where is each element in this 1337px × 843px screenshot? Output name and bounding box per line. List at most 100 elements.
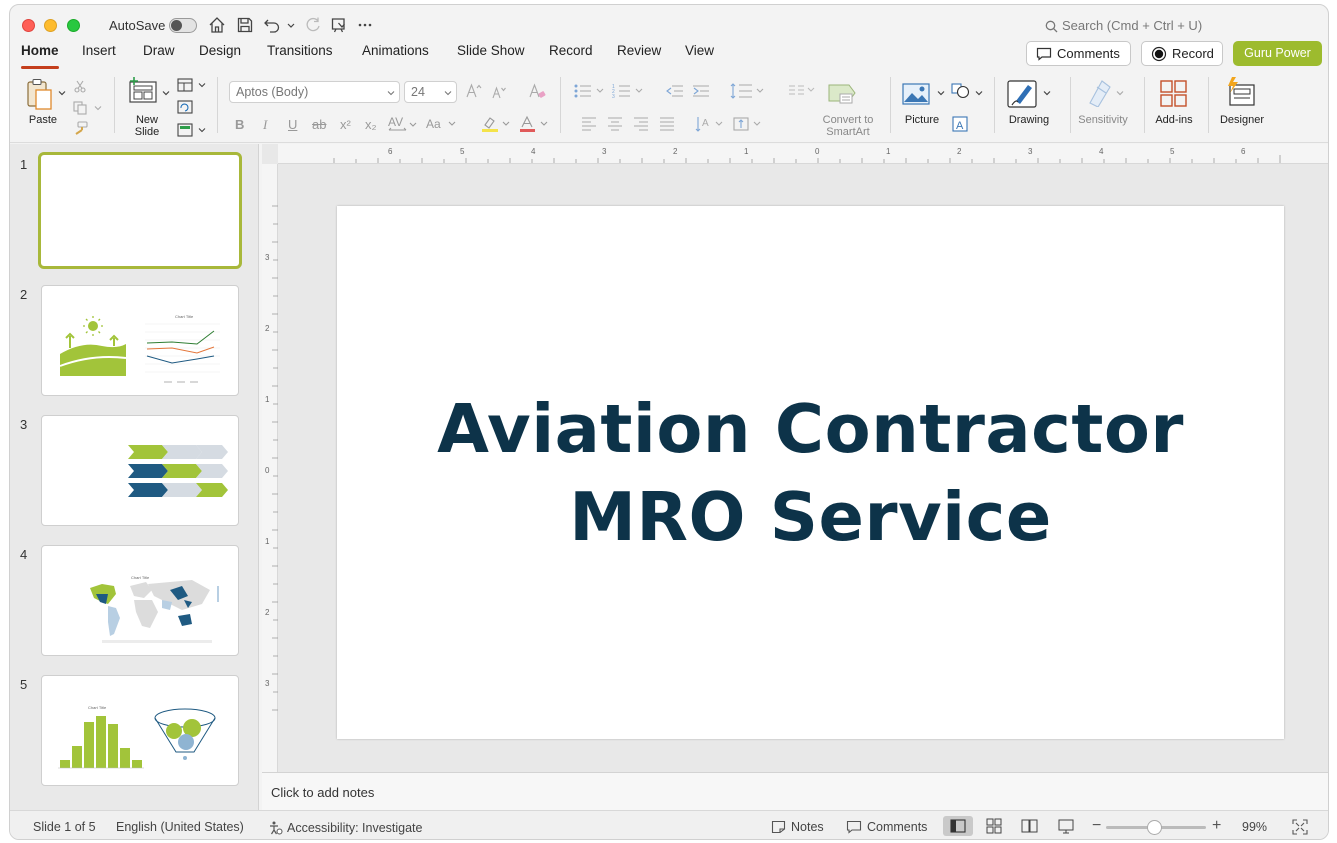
subscript-button[interactable]: x₂ — [365, 117, 377, 132]
slide-thumbnail-4[interactable]: Chart Title — [41, 545, 239, 656]
normal-view-button[interactable] — [943, 816, 973, 836]
columns-icon[interactable] — [788, 83, 816, 97]
decrease-font-size-icon[interactable] — [491, 85, 507, 99]
slide-canvas[interactable]: Aviation Contractor MRO Service — [337, 206, 1284, 739]
drawing-icon[interactable] — [1006, 77, 1040, 111]
slide-sorter-view-button[interactable] — [979, 816, 1009, 836]
accessibility-status[interactable]: Accessibility: Investigate — [268, 820, 422, 835]
shapes-icon[interactable] — [951, 82, 973, 100]
slide-thumbnail-5[interactable]: Chart Title — [41, 675, 239, 786]
section-icon[interactable] — [177, 123, 193, 137]
clear-formatting-icon[interactable] — [528, 83, 546, 99]
decrease-indent-icon[interactable] — [666, 83, 684, 99]
undo-dropdown-chevron-icon[interactable] — [286, 15, 296, 35]
align-left-icon[interactable] — [581, 116, 597, 132]
picture-icon[interactable] — [901, 81, 931, 107]
tab-record[interactable]: Record — [549, 43, 593, 67]
paste-icon[interactable] — [25, 77, 55, 111]
language-indicator[interactable]: English (United States) — [116, 820, 244, 834]
redo-icon[interactable] — [303, 15, 323, 35]
strikethrough-button[interactable]: ab — [312, 117, 326, 132]
align-right-icon[interactable] — [633, 116, 649, 132]
layout-icon[interactable] — [177, 78, 193, 92]
reading-view-button[interactable] — [1015, 816, 1045, 836]
comments-toggle-button[interactable]: Comments — [846, 820, 927, 834]
more-options-icon[interactable] — [355, 15, 375, 35]
format-painter-icon[interactable] — [73, 121, 89, 135]
align-text-icon[interactable] — [732, 115, 764, 133]
undo-icon[interactable] — [262, 15, 282, 35]
cut-icon[interactable] — [73, 79, 87, 93]
font-name-select[interactable]: Aptos (Body) — [229, 81, 400, 103]
character-spacing-icon[interactable]: AV — [387, 115, 417, 133]
zoom-level[interactable]: 99% — [1242, 820, 1267, 834]
align-center-icon[interactable] — [607, 116, 623, 132]
drawing-dropdown-chevron-icon[interactable] — [1042, 88, 1052, 98]
sensitivity-icon[interactable] — [1086, 77, 1114, 107]
new-slide-dropdown-chevron-icon[interactable] — [161, 88, 171, 98]
picture-dropdown-chevron-icon[interactable] — [936, 88, 946, 98]
present-icon[interactable] — [329, 15, 349, 35]
bold-button[interactable]: B — [235, 117, 244, 132]
font-color-icon[interactable] — [518, 115, 550, 133]
slide-thumbnail-3[interactable] — [41, 415, 239, 526]
copy-icon[interactable] — [73, 101, 89, 115]
notes-pane[interactable]: Click to add notes — [262, 772, 1328, 810]
paste-dropdown-chevron-icon[interactable] — [57, 88, 67, 98]
text-box-icon[interactable]: A — [951, 115, 969, 133]
tab-design[interactable]: Design — [199, 43, 241, 67]
maximize-window-button[interactable] — [67, 19, 80, 32]
close-window-button[interactable] — [22, 19, 35, 32]
zoom-slider-handle[interactable] — [1147, 820, 1162, 835]
fit-to-window-icon[interactable] — [1292, 819, 1308, 835]
minimize-window-button[interactable] — [44, 19, 57, 32]
convert-to-smartart-icon[interactable] — [827, 81, 861, 107]
tab-draw[interactable]: Draw — [143, 43, 175, 67]
tab-review[interactable]: Review — [617, 43, 661, 67]
notes-toggle-button[interactable]: Notes — [771, 820, 824, 834]
slide-thumbnail-1[interactable] — [38, 152, 242, 269]
home-icon[interactable] — [207, 15, 227, 35]
add-ins-icon[interactable] — [1158, 79, 1190, 109]
tab-animations[interactable]: Animations — [362, 43, 429, 67]
layout-dropdown-chevron-icon[interactable] — [198, 81, 206, 89]
line-spacing-icon[interactable] — [730, 82, 766, 100]
tab-insert[interactable]: Insert — [82, 43, 116, 67]
designer-icon[interactable] — [1224, 75, 1258, 109]
increase-indent-icon[interactable] — [692, 83, 710, 99]
record-button[interactable]: Record — [1141, 41, 1223, 66]
sensitivity-dropdown-chevron-icon[interactable] — [1115, 88, 1125, 98]
search-box[interactable]: Search (Cmd + Ctrl + U) — [1045, 18, 1202, 33]
autosave-toggle[interactable] — [169, 18, 197, 33]
slide-title[interactable]: Aviation Contractor MRO Service — [437, 385, 1184, 561]
numbering-icon[interactable]: 123 — [612, 83, 646, 99]
reset-slide-icon[interactable] — [177, 100, 193, 114]
save-icon[interactable] — [235, 15, 255, 35]
vertical-ruler: 3 2 1 0 1 2 3 — [262, 164, 278, 772]
tab-slide-show[interactable]: Slide Show — [457, 43, 525, 67]
comments-button[interactable]: Comments — [1026, 41, 1131, 66]
text-direction-icon[interactable]: A — [694, 115, 726, 133]
section-dropdown-chevron-icon[interactable] — [198, 126, 206, 134]
font-size-select[interactable]: 24 — [404, 81, 457, 103]
italic-button[interactable]: I — [263, 117, 267, 133]
zoom-out-button[interactable]: − — [1092, 817, 1101, 835]
new-slide-icon[interactable] — [126, 76, 158, 106]
increase-font-size-icon[interactable] — [465, 83, 483, 99]
slide-thumbnail-2[interactable]: Chart Title — [41, 285, 239, 396]
underline-button[interactable]: U — [288, 117, 297, 132]
copy-dropdown-chevron-icon[interactable] — [94, 104, 102, 112]
highlight-color-icon[interactable] — [480, 115, 512, 133]
tab-home[interactable]: Home — [21, 43, 59, 69]
justify-icon[interactable] — [659, 116, 675, 132]
svg-text:AV: AV — [388, 115, 403, 129]
tab-transitions[interactable]: Transitions — [267, 43, 333, 67]
tab-view[interactable]: View — [685, 43, 714, 67]
bullets-icon[interactable] — [573, 83, 607, 99]
shapes-dropdown-chevron-icon[interactable] — [974, 88, 984, 98]
superscript-button[interactable]: x² — [340, 117, 351, 132]
guru-power-button[interactable]: Guru Power — [1233, 41, 1322, 66]
slide-show-view-button[interactable] — [1051, 816, 1081, 836]
zoom-in-button[interactable]: + — [1212, 817, 1221, 835]
change-case-icon[interactable]: Aa — [425, 117, 457, 131]
